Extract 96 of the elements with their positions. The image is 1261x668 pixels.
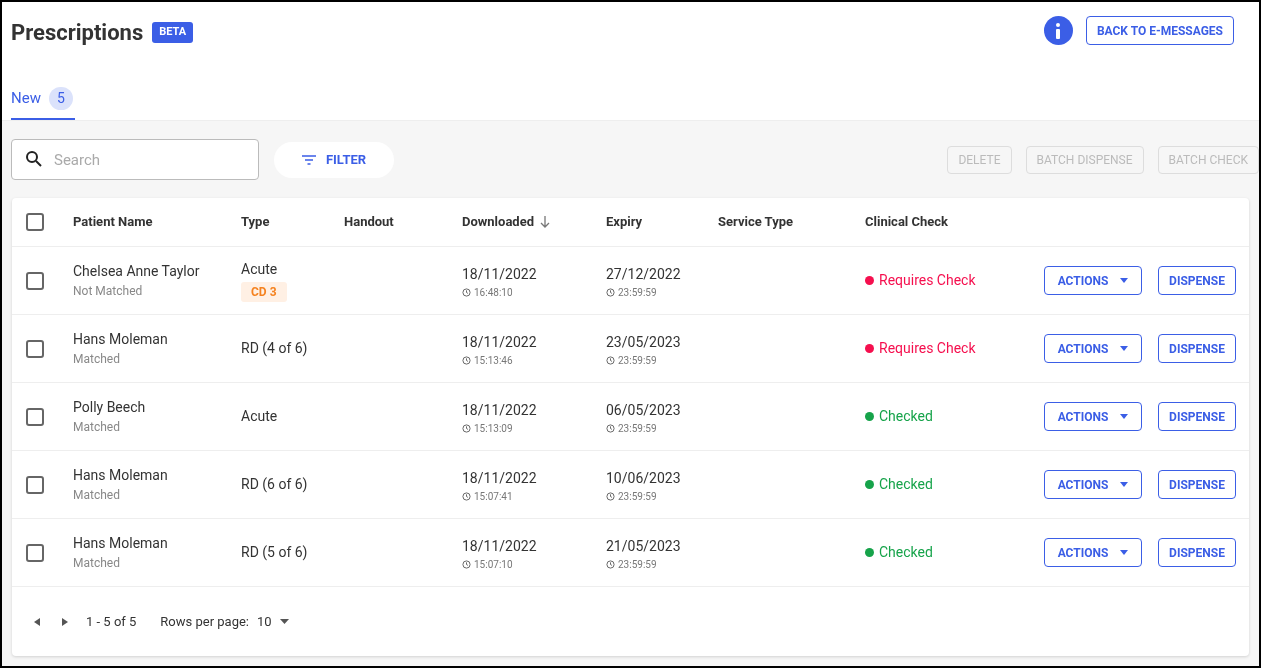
- clock-icon: [606, 424, 615, 433]
- match-status: Matched: [73, 487, 121, 504]
- patient-name: Hans Moleman: [73, 466, 169, 485]
- match-status: Matched: [73, 351, 121, 368]
- filter-icon: [301, 154, 316, 165]
- match-status: Matched: [73, 419, 121, 436]
- caret-icon: [1120, 482, 1129, 487]
- column-header[interactable]: Clinical Check: [865, 212, 949, 232]
- prescription-type: Acute: [241, 260, 278, 279]
- rows-per-page-label: Rows per page:: [160, 612, 249, 631]
- clock-icon: [606, 560, 615, 569]
- dispense-button[interactable]: DISPENSE: [1158, 470, 1236, 499]
- downloaded-time: 15:13:09: [474, 422, 513, 436]
- expiry-date: 23/05/2023: [606, 333, 682, 352]
- caret-icon: [1120, 550, 1129, 555]
- clock-icon: [606, 288, 615, 297]
- prescription-type: Acute: [241, 407, 278, 426]
- column-header[interactable]: Type: [241, 212, 270, 232]
- expiry-date: 27/12/2022: [606, 265, 682, 284]
- search-icon: [25, 150, 43, 168]
- match-status: Matched: [73, 555, 121, 572]
- filter-button[interactable]: FILTER: [274, 141, 394, 178]
- checkbox[interactable]: [26, 475, 44, 494]
- clinical-status: Checked: [879, 475, 933, 494]
- expiry-time: 23:59:59: [618, 286, 657, 300]
- clinical-status: Requires Check: [879, 271, 976, 290]
- caret-icon: [279, 619, 289, 624]
- clock-icon: [462, 492, 471, 501]
- caret-icon: [1120, 346, 1129, 351]
- page-range: 1 - 5 of 5: [86, 612, 137, 631]
- downloaded-date: 18/11/2022: [462, 537, 538, 556]
- patient-name: Hans Moleman: [73, 534, 169, 553]
- prescription-type: RD (4 of 6): [241, 339, 308, 359]
- clinical-status: Checked: [879, 407, 933, 426]
- actions-button[interactable]: ACTIONS: [1044, 402, 1142, 431]
- clinical-status: Requires Check: [879, 339, 976, 358]
- expiry-time: 23:59:59: [618, 422, 657, 436]
- page-title: Prescriptions: [11, 19, 144, 47]
- expiry-date: 06/05/2023: [606, 401, 682, 420]
- clock-icon: [606, 492, 615, 501]
- expiry-date: 10/06/2023: [606, 469, 682, 488]
- actions-button[interactable]: ACTIONS: [1044, 266, 1142, 295]
- prescription-type: RD (6 of 6): [241, 475, 308, 495]
- patient-name: Chelsea Anne Taylor: [73, 262, 201, 281]
- count-badge: 5: [48, 87, 73, 110]
- clock-icon: [462, 560, 471, 569]
- column-header[interactable]: Patient Name: [73, 212, 153, 232]
- actions-button[interactable]: ACTIONS: [1044, 334, 1142, 363]
- column-header[interactable]: Service Type: [718, 212, 794, 232]
- checkbox[interactable]: [26, 213, 44, 231]
- clock-icon: [462, 288, 471, 297]
- tab-label: New: [11, 88, 41, 110]
- caret-icon: [1120, 414, 1129, 419]
- downloaded-time: 15:07:10: [474, 558, 513, 572]
- match-status: Not Matched: [73, 283, 144, 300]
- downloaded-date: 18/11/2022: [462, 469, 538, 488]
- cd-tag: CD 3: [241, 282, 287, 302]
- downloaded-date: 18/11/2022: [462, 333, 538, 352]
- checkbox[interactable]: [26, 339, 44, 358]
- arrow-down-icon[interactable]: [540, 216, 550, 228]
- column-header[interactable]: Expiry: [606, 212, 643, 232]
- search-field[interactable]: Search: [11, 139, 259, 180]
- dispense-button[interactable]: DISPENSE: [1158, 402, 1236, 431]
- downloaded-time: 15:13:46: [474, 354, 513, 368]
- clock-icon: [462, 356, 471, 365]
- expiry-time: 23:59:59: [618, 558, 657, 572]
- checkbox[interactable]: [26, 407, 44, 426]
- dispense-button[interactable]: DISPENSE: [1158, 266, 1236, 295]
- clock-icon: [606, 356, 615, 365]
- next-page-icon[interactable]: [62, 617, 68, 626]
- clock-icon: [462, 424, 471, 433]
- patient-name: Polly Beech: [73, 398, 147, 417]
- expiry-time: 23:59:59: [618, 490, 657, 504]
- beta-badge: BETA: [152, 22, 194, 43]
- patient-name: Hans Moleman: [73, 330, 169, 349]
- rows-per-page-select[interactable]: 10: [257, 611, 289, 632]
- downloaded-date: 18/11/2022: [462, 265, 538, 284]
- downloaded-date: 18/11/2022: [462, 401, 538, 420]
- clinical-status: Checked: [879, 543, 933, 562]
- back-button[interactable]: BACK TO E-MESSAGES: [1085, 16, 1234, 45]
- expiry-date: 21/05/2023: [606, 537, 682, 556]
- column-header[interactable]: Handout: [344, 212, 394, 232]
- column-header[interactable]: Downloaded: [462, 212, 534, 232]
- actions-button[interactable]: ACTIONS: [1044, 538, 1142, 567]
- checkbox[interactable]: [26, 271, 44, 290]
- downloaded-time: 16:48:10: [474, 286, 513, 300]
- prescription-type: RD (5 of 6): [241, 543, 308, 563]
- previous-page-icon[interactable]: [34, 617, 40, 626]
- info-icon[interactable]: [1043, 16, 1073, 45]
- expiry-time: 23:59:59: [618, 354, 657, 368]
- checkbox[interactable]: [26, 543, 44, 562]
- downloaded-time: 15:07:41: [474, 490, 513, 504]
- caret-icon: [1120, 278, 1129, 283]
- dispense-button[interactable]: DISPENSE: [1158, 334, 1236, 363]
- dispense-button[interactable]: DISPENSE: [1158, 538, 1236, 567]
- actions-button[interactable]: ACTIONS: [1044, 470, 1142, 499]
